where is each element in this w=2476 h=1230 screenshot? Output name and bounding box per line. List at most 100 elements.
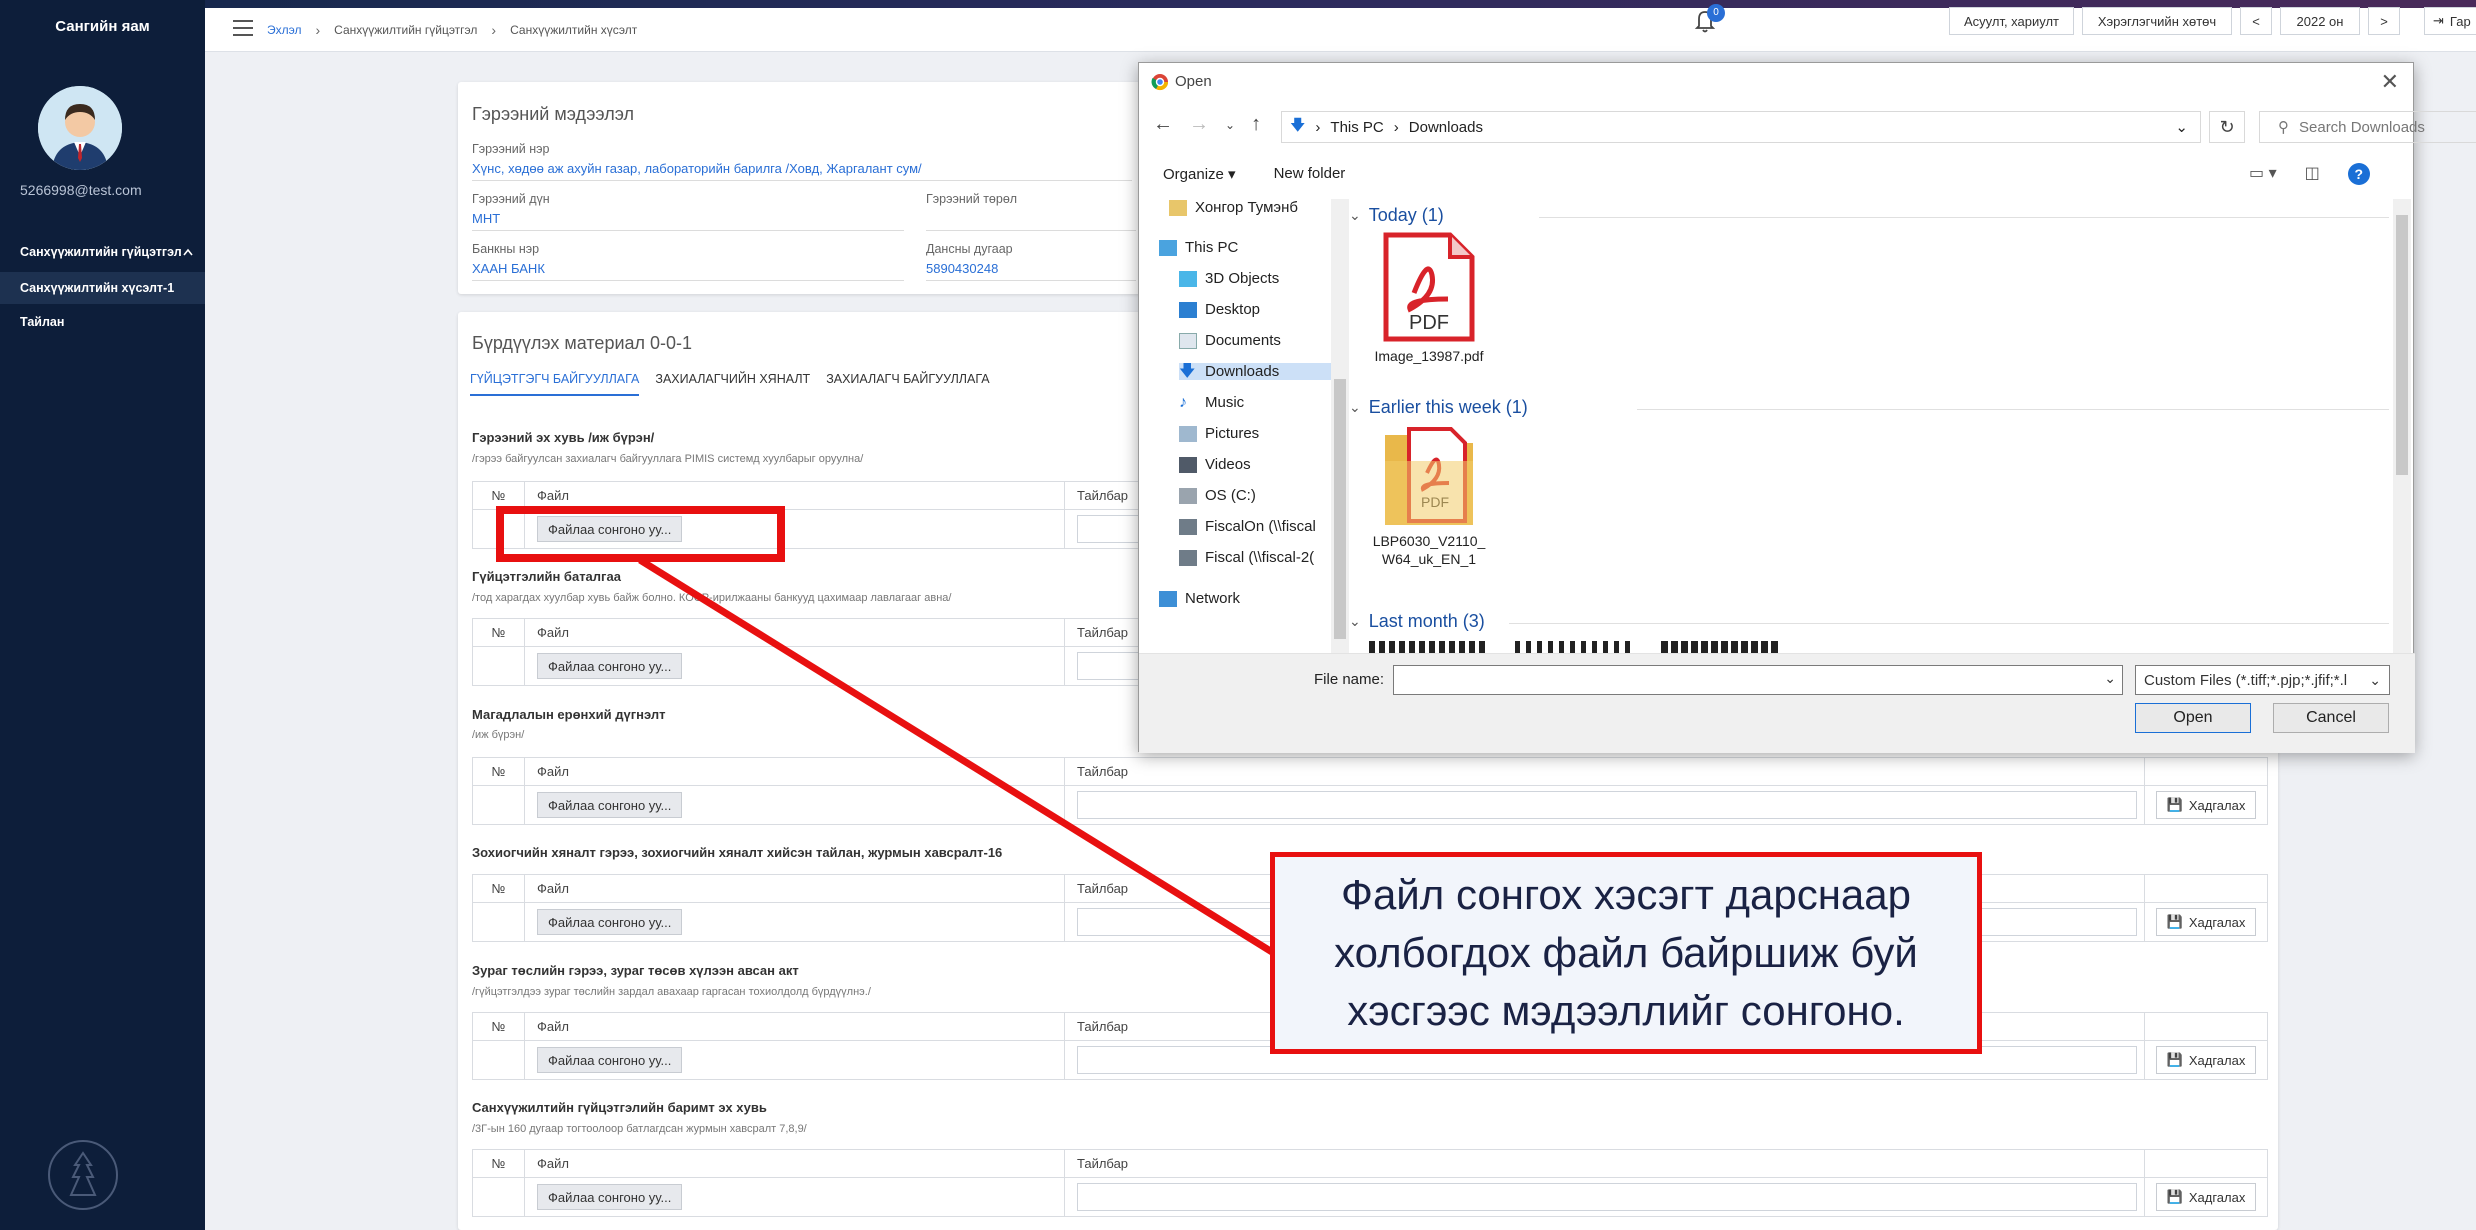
bank-name-value: ХААН БАНК (472, 261, 545, 276)
section-subtitle: /тод харагдах хуулбар хувь байж болно. К… (472, 592, 952, 604)
close-icon[interactable]: ✕ (2381, 69, 2399, 95)
nav-pane-scrollbar[interactable] (1331, 199, 1349, 654)
search-icon: ⚲ (2278, 119, 2289, 136)
nav-item-fiscal[interactable]: Fiscal (\\fiscal-2( (1179, 549, 1314, 566)
nav-item-pictures[interactable]: Pictures (1179, 425, 1259, 442)
account-number-value: 5890430248 (926, 261, 999, 276)
contract-amount-label: Гэрээний дүн (472, 192, 550, 206)
preview-pane-icon[interactable]: ◫ (2305, 163, 2320, 185)
sidebar-group-performance[interactable]: Санхүүжилтийн гүйцэтгэл (0, 240, 205, 264)
tab-client-org[interactable]: ЗАХИАЛАГЧ БАЙГУУЛЛАГА (826, 372, 989, 396)
file-name-input[interactable]: ⌄ (1393, 665, 2123, 695)
file-tile-pdf[interactable]: PDF Image_13987.pdf (1369, 229, 1489, 364)
nav-item-fiscalon[interactable]: FiscalOn (\\fiscal (1179, 518, 1316, 535)
dialog-search-box[interactable]: ⚲ Search Downloads (2259, 111, 2476, 143)
save-icon: 💾 (2166, 797, 2183, 812)
sidebar-item-request[interactable]: Санхүүжилтийн хүсэлт-1 (0, 272, 205, 304)
save-button[interactable]: 💾Хадгалах (2155, 791, 2257, 819)
open-button[interactable]: Open (2135, 703, 2251, 733)
address-separator: › (1393, 118, 1399, 136)
col-no: № (473, 875, 525, 902)
address-bar[interactable]: 🡇 › This PC › Downloads ⌄ (1281, 111, 2201, 143)
group-header-last-month[interactable]: ⌄ Last month (3) (1349, 611, 1485, 632)
col-file: Файл (525, 758, 1065, 785)
file-name-label: File name: (1314, 671, 1385, 688)
cancel-button[interactable]: Cancel (2273, 703, 2389, 733)
forward-arrow-icon[interactable]: → (1189, 113, 1209, 137)
avatar[interactable] (38, 86, 122, 170)
help-icon[interactable]: ? (2347, 163, 2370, 185)
year-select-button[interactable]: 2022 он (2280, 7, 2360, 35)
year-next-button[interactable]: > (2368, 7, 2400, 35)
recent-chevron-icon[interactable]: ⌄ (1225, 113, 1235, 137)
address-crumb-this-pc[interactable]: This PC (1330, 119, 1383, 136)
save-button[interactable]: 💾Хадгалах (2155, 1183, 2257, 1211)
file-type-select[interactable]: Custom Files (*.tiff;*.pjp;*.jfif;*.l ⌄ (2135, 665, 2390, 695)
user-guide-button[interactable]: Хэрэглэгчийн хөтөч (2082, 7, 2232, 35)
breadcrumb-item[interactable]: Санхүүжилтийн гүйцэтгэл (334, 23, 477, 37)
download-icon: 🡇 (1179, 362, 1196, 380)
nav-item-this-pc[interactable]: This PC (1159, 239, 1238, 256)
logout-icon: ⇥ (2433, 13, 2444, 28)
dialog-nav-pane: Хонгор Тумэнб This PC 3D Objects Desktop… (1151, 199, 1331, 654)
nav-item-videos[interactable]: Videos (1179, 456, 1251, 473)
section-title: Санхүүжилтийн гүйцэтгэлийн баримт эх хув… (472, 1100, 767, 1115)
hamburger-menu-icon[interactable] (233, 20, 253, 36)
col-note: Тайлбар (1065, 758, 2145, 785)
nav-item-documents[interactable]: Documents (1179, 332, 1281, 349)
avatar-icon (38, 86, 122, 170)
sidebar-item-report[interactable]: Тайлан (0, 306, 205, 338)
choose-file-button[interactable]: Файлаа сонгоно уу... (537, 653, 683, 679)
dialog-toolbar: Organize ▾ New folder (1163, 165, 1345, 183)
choose-file-button[interactable]: Файлаа сонгоно уу... (537, 1047, 683, 1073)
faq-button[interactable]: Асуулт, хариулт (1949, 7, 2074, 35)
up-arrow-icon[interactable]: ↑ (1251, 113, 1261, 137)
organize-button[interactable]: Organize ▾ (1163, 165, 1236, 183)
col-no: № (473, 1013, 525, 1040)
drive-icon (1179, 487, 1197, 504)
choose-file-button[interactable]: Файлаа сонгоно уу... (537, 1184, 683, 1210)
open-file-dialog: Open ✕ ← → ⌄ ↑ 🡇 › This PC › Downloads ⌄… (1138, 62, 2476, 753)
back-arrow-icon[interactable]: ← (1153, 113, 1173, 137)
save-icon: 💾 (2166, 1189, 2183, 1204)
section-subtitle: /иж бүрэн/ (472, 729, 525, 741)
tab-client-control[interactable]: ЗАХИАЛАГЧИЙН ХЯНАЛТ (655, 372, 810, 396)
ministry-seal-logo (48, 1140, 118, 1210)
nav-item-desktop[interactable]: Desktop (1179, 301, 1260, 318)
choose-file-button[interactable]: Файлаа сонгоно уу... (537, 909, 683, 935)
group-header-today[interactable]: ⌄ Today (1) (1349, 205, 1444, 226)
nav-item-music[interactable]: ♪ Music (1179, 394, 1244, 411)
group-header-earlier-week[interactable]: ⌄ Earlier this week (1) (1349, 397, 1528, 418)
choose-file-button[interactable]: Файлаа сонгоно уу... (537, 792, 683, 818)
tab-contractor[interactable]: ГҮЙЦЭТГЭГЧ БАЙГУУЛЛАГА (470, 372, 640, 396)
bank-name-label: Банкны нэр (472, 242, 540, 256)
qr-thumbnail[interactable] (1369, 641, 1487, 653)
year-prev-button[interactable]: < (2240, 7, 2272, 35)
address-crumb-downloads[interactable]: Downloads (1409, 119, 1483, 136)
file-name-dropdown-icon[interactable]: ⌄ (2104, 670, 2116, 687)
logout-button[interactable]: ⇥ Гар (2424, 7, 2476, 35)
breadcrumb-home-link[interactable]: Эхлэл (267, 23, 302, 37)
annotation-highlight-box (496, 506, 785, 562)
note-input[interactable] (1077, 1183, 2137, 1211)
chevron-down-icon: ⌄ (1349, 399, 1361, 415)
nav-item-user-folder[interactable]: Хонгор Тумэнб (1169, 199, 1298, 216)
dialog-content-pane: ⌄ Today (1) PDF Image_13987.pdf ⌄ Earlie… (1349, 199, 2399, 654)
address-dropdown-icon[interactable]: ⌄ (2175, 118, 2188, 136)
note-input[interactable] (1077, 791, 2137, 819)
qr-thumbnail[interactable] (1515, 641, 1633, 653)
view-mode-icon[interactable]: ▭ ▾ (2249, 163, 2277, 185)
nav-item-3d-objects[interactable]: 3D Objects (1179, 270, 1279, 287)
section-subtitle: /3Г-ын 160 дугаар тогтоолоор батлагдсан … (472, 1123, 807, 1135)
nav-item-network[interactable]: Network (1159, 590, 1240, 607)
save-button[interactable]: 💾Хадгалах (2155, 1046, 2257, 1074)
content-scrollbar[interactable] (2393, 199, 2411, 654)
refresh-icon[interactable]: ↻ (2209, 111, 2245, 143)
new-folder-button[interactable]: New folder (1274, 165, 1346, 183)
chevron-right-icon: › (491, 22, 497, 38)
save-button[interactable]: 💾Хадгалах (2155, 908, 2257, 936)
qr-thumbnail[interactable] (1661, 641, 1779, 653)
nav-item-os-drive[interactable]: OS (C:) (1179, 487, 1256, 504)
nav-item-downloads[interactable]: 🡇 Downloads (1179, 363, 1331, 380)
file-tile-folder[interactable]: PDF LBP6030_V2110_W64_uk_EN_1 (1369, 421, 1489, 568)
